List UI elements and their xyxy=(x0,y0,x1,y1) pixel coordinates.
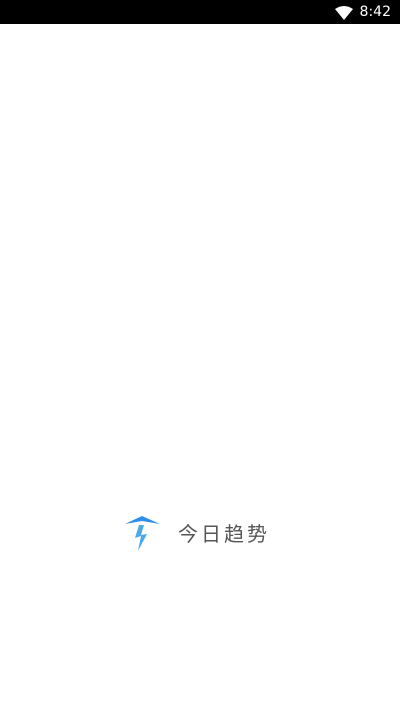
status-time: 8:42 xyxy=(359,4,391,20)
status-bar: 8:42 xyxy=(0,0,400,24)
splash-brand: 今日趋势 xyxy=(122,514,270,554)
app-name: 今日趋势 xyxy=(178,522,270,546)
lightning-arrow-logo-icon xyxy=(125,516,160,551)
splash-screen: 8:42 今日趋势 xyxy=(0,0,400,710)
wifi-icon xyxy=(334,5,353,20)
